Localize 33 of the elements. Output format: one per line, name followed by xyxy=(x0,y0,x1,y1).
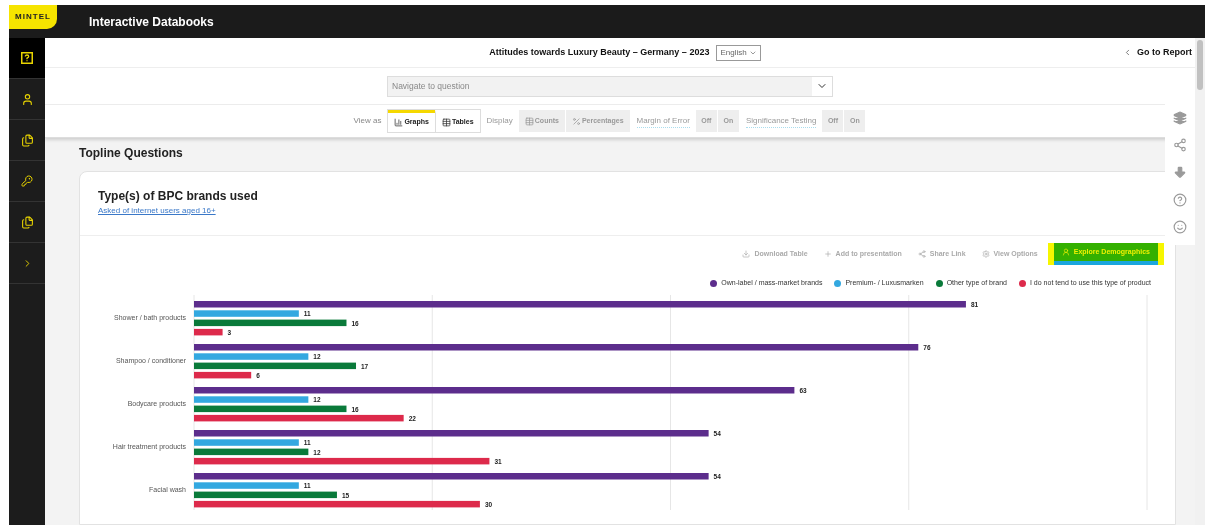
share-icon xyxy=(917,250,926,258)
layers-icon xyxy=(1173,110,1187,125)
view-as-label: View as xyxy=(353,115,382,127)
help-icon xyxy=(1173,192,1187,207)
table-icon xyxy=(524,116,534,126)
percent-icon xyxy=(571,116,581,126)
go-to-report-link[interactable]: Go to Report xyxy=(1123,45,1192,60)
smiley-icon xyxy=(1173,220,1187,235)
person-icon xyxy=(1061,248,1070,256)
report-title: Attitudes towards Luxury Beauty – Germany – 2023 xyxy=(489,45,710,59)
sidebar-item[interactable] xyxy=(9,38,45,79)
section-title: Topline Questions xyxy=(79,145,184,162)
key-icon xyxy=(21,175,33,187)
download-icon xyxy=(1173,165,1187,180)
download-icon xyxy=(742,250,751,258)
base-link[interactable]: Asked of internet users aged 16+ xyxy=(98,205,216,217)
table-icon xyxy=(441,118,451,127)
bar-chart-icon xyxy=(394,118,404,127)
files-icon xyxy=(20,133,34,147)
plus-icon xyxy=(823,250,832,258)
card-title: Type(s) of BPC brands used xyxy=(98,188,259,205)
help-icon xyxy=(21,52,33,64)
language-select[interactable]: English xyxy=(716,44,761,61)
files-icon xyxy=(20,215,34,229)
display-label: Display xyxy=(486,115,513,127)
question-select[interactable]: Navigate to question xyxy=(387,75,833,97)
app-title: Interactive Databooks xyxy=(89,13,214,31)
chevron-icon xyxy=(1123,48,1132,57)
share-icon xyxy=(1173,138,1187,153)
gear-icon xyxy=(981,250,990,258)
placeholder-text: Navigate to question xyxy=(391,79,471,93)
person-icon xyxy=(20,92,34,106)
logo[interactable]: MINTEL xyxy=(9,5,57,29)
